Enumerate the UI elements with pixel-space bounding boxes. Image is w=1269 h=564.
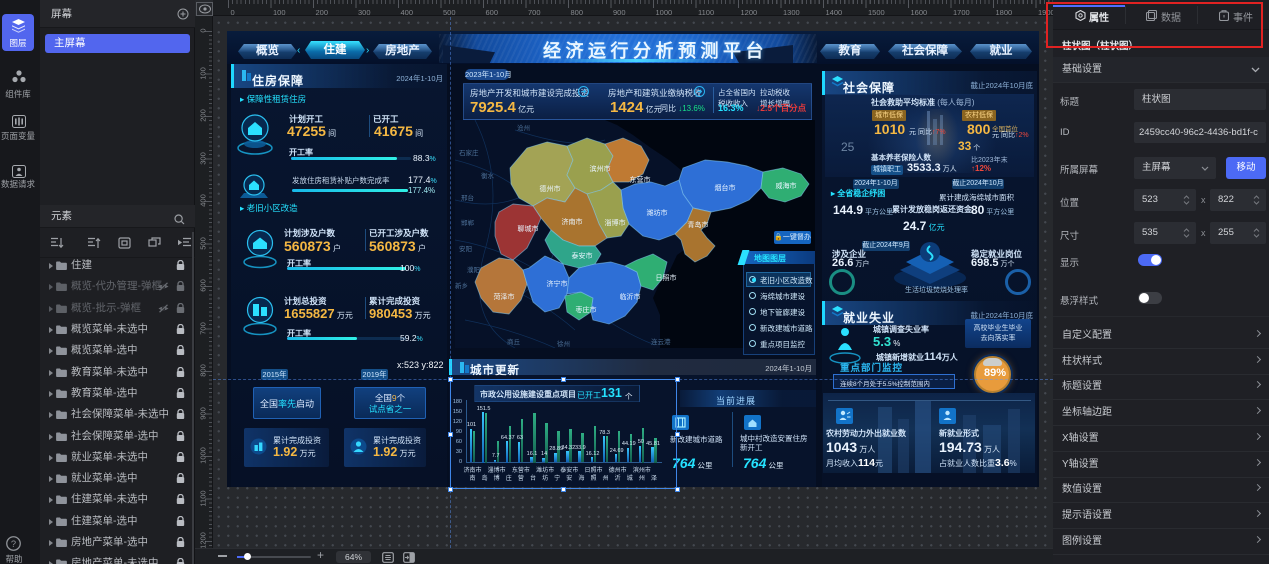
svg-text:连云港: 连云港	[651, 337, 671, 346]
svg-text:衡水: 衡水	[481, 171, 495, 180]
svg-text:濮阳: 濮阳	[467, 265, 480, 274]
svg-text:?: ?	[11, 539, 16, 549]
svg-text:邯郸: 邯郸	[461, 219, 475, 227]
svg-text:青岛市: 青岛市	[688, 220, 709, 229]
svg-text:枣庄市: 枣庄市	[576, 305, 597, 314]
svg-text:菏泽市: 菏泽市	[494, 292, 515, 301]
svg-text:济宁市: 济宁市	[547, 279, 568, 288]
svg-text:威海市: 威海市	[776, 181, 797, 190]
svg-text:石家庄: 石家庄	[459, 148, 479, 157]
svg-text:邢台: 邢台	[461, 193, 474, 202]
svg-text:临沂市: 临沂市	[620, 292, 641, 301]
svg-text:德州市: 德州市	[540, 184, 561, 193]
svg-text:新乡: 新乡	[455, 281, 468, 290]
svg-text:济南市: 济南市	[562, 217, 583, 226]
svg-text:徐州: 徐州	[557, 339, 570, 348]
svg-text:泰安市: 泰安市	[572, 251, 593, 260]
svg-text:滨州市: 滨州市	[590, 164, 611, 173]
svg-text:烟台市: 烟台市	[715, 183, 736, 192]
svg-text:聊城市: 聊城市	[518, 224, 539, 233]
svg-text:日照市: 日照市	[656, 273, 677, 282]
svg-text:沧州: 沧州	[517, 123, 530, 132]
svg-text:东营市: 东营市	[630, 175, 651, 184]
svg-text:安阳: 安阳	[459, 244, 472, 253]
svg-text:淄博市: 淄博市	[605, 218, 626, 227]
svg-text:潍坊市: 潍坊市	[647, 208, 668, 217]
svg-text:商丘: 商丘	[507, 337, 521, 346]
